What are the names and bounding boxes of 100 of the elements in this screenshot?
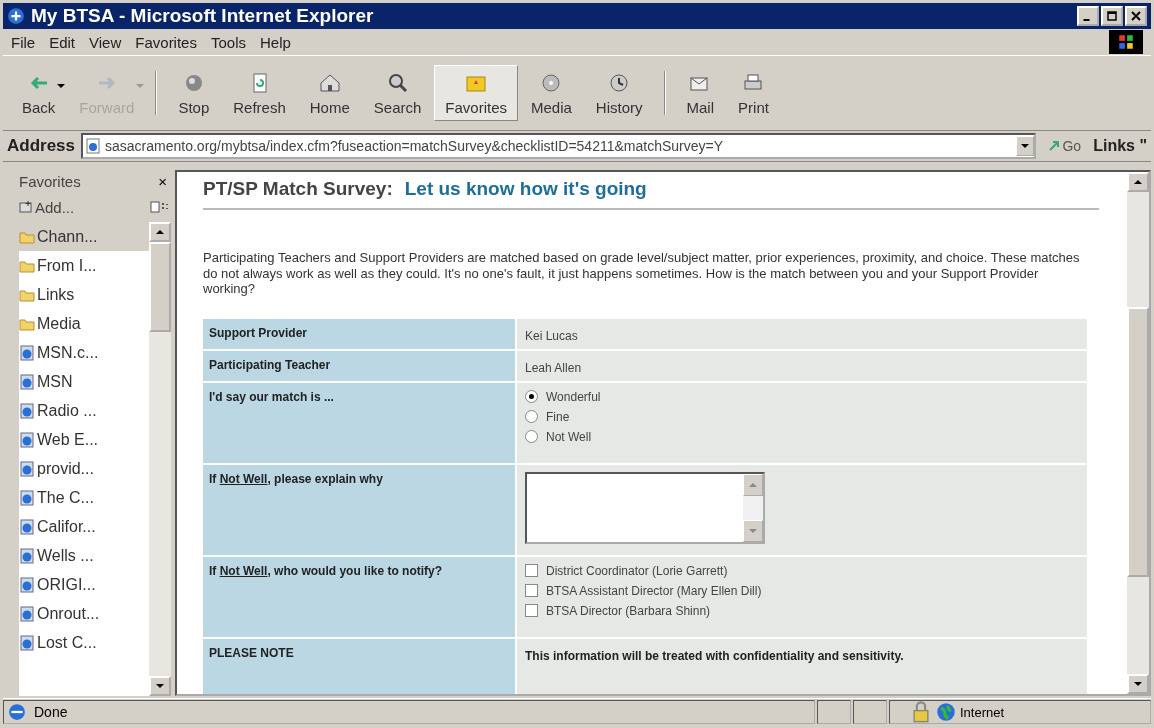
web-page-icon — [19, 518, 35, 535]
menu-item[interactable]: Favorites — [135, 33, 197, 51]
web-page-icon — [19, 431, 35, 448]
window-title: My BTSA - Microsoft Internet Explorer — [31, 5, 375, 27]
field-label: PLEASE NOTE — [209, 645, 294, 660]
explain-textarea[interactable] — [525, 471, 765, 544]
menu-item[interactable]: Help — [260, 33, 291, 51]
refresh-button[interactable]: Refresh — [222, 65, 297, 121]
field-label: Support Provider — [209, 325, 307, 340]
zone-text: Internet — [960, 704, 1005, 720]
radio-option[interactable]: Wonderful — [525, 389, 1079, 404]
favorite-item[interactable]: ORIGI... — [19, 570, 149, 599]
stop-button[interactable]: Stop — [167, 65, 221, 121]
scrollbar[interactable] — [1127, 172, 1149, 694]
menu-item[interactable]: File — [11, 33, 36, 51]
address-label: Address — [7, 136, 76, 156]
page-heading: PT/SP Match Survey: — [203, 178, 393, 200]
maximize-icon — [1107, 11, 1117, 21]
field-label: If Not Well, please explain why — [209, 471, 383, 486]
add-button[interactable]: Add... — [19, 198, 75, 216]
favorite-item[interactable]: Wells ... — [19, 541, 149, 570]
favorite-item[interactable]: Lost C... — [19, 628, 149, 657]
history-button[interactable]: History — [584, 65, 654, 121]
status-pane — [817, 700, 851, 724]
checkbox-option[interactable]: BTSA Assistant Director (Mary Ellen Dill) — [525, 583, 1079, 598]
back-button[interactable]: Back — [11, 65, 67, 121]
go-button[interactable]: Go — [1042, 137, 1088, 155]
media-button[interactable]: Media — [520, 65, 583, 121]
page-icon — [8, 703, 26, 721]
caret-icon — [57, 84, 66, 88]
field-label: I'd say our match is ... — [209, 389, 334, 404]
favorites-button[interactable]: Favorites — [434, 65, 518, 121]
windows-logo — [1109, 30, 1143, 54]
favorite-item[interactable]: From I... — [19, 251, 149, 280]
close-button[interactable]: × — [154, 172, 171, 190]
favorite-item[interactable]: Califor... — [19, 512, 149, 541]
favorite-item[interactable]: Chann... — [19, 222, 149, 251]
menu-item[interactable]: Tools — [210, 33, 246, 51]
field-label: Participating Teacher — [209, 357, 331, 372]
web-page-icon — [19, 373, 35, 390]
radio-option[interactable]: Fine — [525, 409, 1079, 424]
down-arrow-icon — [1134, 682, 1142, 686]
page-subheading: Let us know how it's going — [404, 178, 647, 200]
mail-button[interactable]: Mail — [675, 65, 726, 121]
field-value: Leah Allen — [525, 360, 582, 375]
favorite-item[interactable]: Media — [19, 309, 149, 338]
close-icon — [1131, 11, 1141, 21]
caret-icon — [1021, 144, 1030, 148]
add-favorite-icon — [19, 200, 33, 214]
home-button[interactable]: Home — [298, 65, 361, 121]
checkbox-option[interactable]: BTSA Director (Barbara Shinn) — [525, 603, 1079, 618]
print-button[interactable]: Print — [727, 65, 780, 121]
menu-item[interactable]: Edit — [49, 33, 76, 51]
web-page-icon — [19, 576, 35, 593]
favorite-item[interactable]: provid... — [19, 454, 149, 483]
favorite-item[interactable]: The C... — [19, 483, 149, 512]
arrow-icon — [1048, 140, 1061, 152]
radio-option[interactable]: Not Well — [525, 429, 1079, 444]
favorite-item[interactable]: MSN.c... — [19, 338, 149, 367]
web-page-icon — [19, 344, 35, 361]
status-text: Done — [34, 704, 68, 720]
web-page-icon — [19, 634, 35, 651]
address-field[interactable]: sasacramento.org/mybtsa/index.cfm?fuseaction=matchSurvey&checklistID=54211&matchSurvey=Y — [81, 133, 1037, 159]
web-page-icon — [19, 547, 35, 564]
intro-paragraph: Participating Teachers and Support Providers are matched based on grade level/subject matter, prior experiences, proximity, and choice. These matches do not always work as well as they could. It's no one's fault, it just happens sometimes. How is the match between you and your Support Provider working? — [203, 250, 1081, 297]
web-page-icon — [19, 605, 35, 622]
favorite-item[interactable]: Radio ... — [19, 396, 149, 425]
web-page-icon — [19, 460, 35, 477]
up-arrow-icon — [1134, 180, 1142, 184]
note-text: This information will be treated with confidentiality and sensitivity. — [525, 648, 904, 663]
lock-icon — [910, 701, 932, 723]
globe-icon — [936, 702, 956, 722]
web-page-icon — [19, 489, 35, 506]
checkbox-option[interactable]: District Coordinator (Lorie Garrett) — [525, 563, 1079, 578]
favorite-item[interactable]: Links — [19, 280, 149, 309]
favorite-item[interactable]: MSN — [19, 367, 149, 396]
field-value: Kei Lucas — [525, 328, 578, 343]
organize-icon[interactable] — [149, 200, 171, 214]
page-icon — [85, 138, 102, 154]
close-button[interactable] — [1125, 6, 1147, 26]
down-arrow-icon — [156, 684, 164, 688]
links-button[interactable]: Links " — [1093, 137, 1147, 155]
dropdown-button[interactable] — [1016, 136, 1035, 156]
minimize-button[interactable] — [1077, 6, 1099, 26]
scrollbar-thumb[interactable] — [1127, 307, 1149, 577]
up-arrow-icon — [749, 482, 757, 487]
web-page-icon — [19, 402, 35, 419]
caret-icon — [136, 84, 145, 88]
scrollbar-thumb[interactable] — [149, 242, 171, 332]
favorites-title: Favorites — [19, 172, 81, 190]
search-button[interactable]: Search — [362, 65, 433, 121]
scrollbar[interactable] — [149, 222, 171, 696]
browser-icon — [7, 7, 25, 25]
up-arrow-icon — [156, 230, 164, 234]
maximize-button[interactable] — [1101, 6, 1123, 26]
menu-item[interactable]: View — [89, 33, 122, 51]
status-pane — [853, 700, 887, 724]
favorite-item[interactable]: Onrout... — [19, 599, 149, 628]
favorite-item[interactable]: Web E... — [19, 425, 149, 454]
field-label: If Not Well, who would you like to notify? — [209, 563, 443, 578]
